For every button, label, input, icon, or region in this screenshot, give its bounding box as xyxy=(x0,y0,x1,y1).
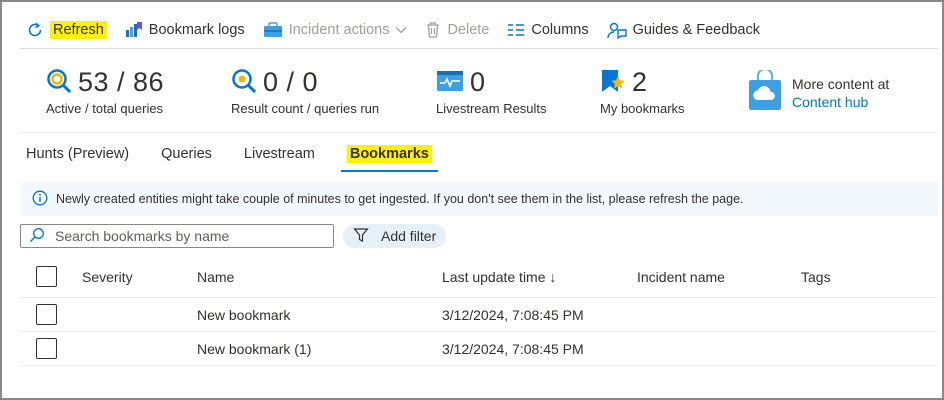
tab-queries[interactable]: Queries xyxy=(155,138,218,170)
search-input[interactable] xyxy=(55,228,315,244)
stat-results: 0 / 0 Result count / queries run xyxy=(231,66,380,117)
info-icon xyxy=(32,190,48,209)
tab-hunts[interactable]: Hunts (Preview) xyxy=(20,138,135,170)
tab-bookmarks-label: Bookmarks xyxy=(346,145,432,163)
results-label: Result count / queries run xyxy=(231,101,380,116)
columns-icon xyxy=(507,22,525,38)
bookmarks-table: Severity Name Last update time ↓ Inciden… xyxy=(20,258,938,366)
livestream-value: 0 xyxy=(470,66,486,97)
more-content-text: More content at xyxy=(792,76,890,92)
bookmark-logs-button[interactable]: Bookmark logs xyxy=(119,16,251,44)
add-filter-label: Add filter xyxy=(381,228,437,244)
columns-button[interactable]: Columns xyxy=(501,16,594,44)
queries-label: Active / total queries xyxy=(46,101,164,116)
table-row[interactable]: New bookmark 3/12/2024, 7:08:45 PM xyxy=(20,298,938,332)
row-checkbox[interactable] xyxy=(36,304,57,325)
stat-queries: 53 / 86 Active / total queries xyxy=(46,66,165,117)
bookmark-logs-label: Bookmark logs xyxy=(148,22,245,38)
guides-feedback-icon xyxy=(606,21,627,39)
filter-icon xyxy=(353,227,369,246)
more-content: More content at Content hub xyxy=(748,67,890,115)
delete-button[interactable]: Delete xyxy=(419,16,495,44)
stat-bookmarks: 2 My bookmarks xyxy=(600,66,685,117)
stats-bar: 53 / 86 Active / total queries 0 / 0 Res… xyxy=(0,52,944,132)
guides-feedback-label: Guides & Feedback xyxy=(632,22,760,38)
table-header: Severity Name Last update time ↓ Inciden… xyxy=(20,258,938,298)
delete-icon xyxy=(425,21,441,39)
row-name[interactable]: New bookmark (1) xyxy=(197,341,311,357)
refresh-button[interactable]: Refresh xyxy=(20,16,113,44)
queries-icon xyxy=(46,68,72,97)
row-checkbox[interactable] xyxy=(36,338,57,359)
tab-bar: Hunts (Preview) Queries Livestream Bookm… xyxy=(20,138,458,172)
content-hub-icon xyxy=(748,67,782,115)
row-name[interactable]: New bookmark xyxy=(197,307,290,323)
bookmarks-icon xyxy=(600,68,626,97)
toolbar-divider xyxy=(20,48,938,49)
livestream-icon xyxy=(436,69,464,96)
results-value: 0 / 0 xyxy=(263,66,319,97)
livestream-label: Livestream Results xyxy=(436,101,547,116)
results-icon xyxy=(231,68,257,97)
bookmarks-value: 2 xyxy=(632,66,648,97)
info-message-text: Newly created entities might take couple… xyxy=(56,192,744,206)
content-hub-link[interactable]: Content hub xyxy=(792,94,889,110)
bookmark-logs-icon xyxy=(125,21,143,39)
guides-feedback-button[interactable]: Guides & Feedback xyxy=(601,16,766,44)
info-message-bar: Newly created entities might take couple… xyxy=(20,182,938,216)
tab-bookmarks[interactable]: Bookmarks xyxy=(340,138,438,172)
column-header-tags[interactable]: Tags xyxy=(801,269,831,285)
table-row[interactable]: New bookmark (1) 3/12/2024, 7:08:45 PM xyxy=(20,332,938,366)
bookmarks-label: My bookmarks xyxy=(600,101,685,116)
queries-value: 53 / 86 xyxy=(78,66,165,97)
column-header-severity[interactable]: Severity xyxy=(82,269,133,285)
incident-actions-button[interactable]: Incident actions xyxy=(257,16,414,44)
tab-livestream[interactable]: Livestream xyxy=(238,138,321,170)
incident-actions-label: Incident actions xyxy=(288,22,390,38)
stats-divider xyxy=(20,132,938,133)
row-last-update: 3/12/2024, 7:08:45 PM xyxy=(442,307,584,323)
search-icon xyxy=(29,227,45,246)
stat-livestream: 0 Livestream Results xyxy=(436,66,547,117)
column-header-name[interactable]: Name xyxy=(197,269,234,285)
row-last-update: 3/12/2024, 7:08:45 PM xyxy=(442,341,584,357)
select-all-checkbox[interactable] xyxy=(36,266,57,287)
column-header-incident-name[interactable]: Incident name xyxy=(637,269,725,285)
chevron-down-icon xyxy=(395,25,407,35)
command-bar: Refresh Bookmark logs Incident actions D… xyxy=(20,10,766,50)
add-filter-button[interactable]: Add filter xyxy=(343,224,447,248)
search-box xyxy=(20,224,334,248)
refresh-icon xyxy=(26,21,44,39)
delete-label: Delete xyxy=(447,22,490,38)
incident-actions-icon xyxy=(263,21,283,39)
columns-label: Columns xyxy=(531,22,589,38)
refresh-label: Refresh xyxy=(50,21,107,39)
column-header-last-update[interactable]: Last update time ↓ xyxy=(442,269,556,285)
